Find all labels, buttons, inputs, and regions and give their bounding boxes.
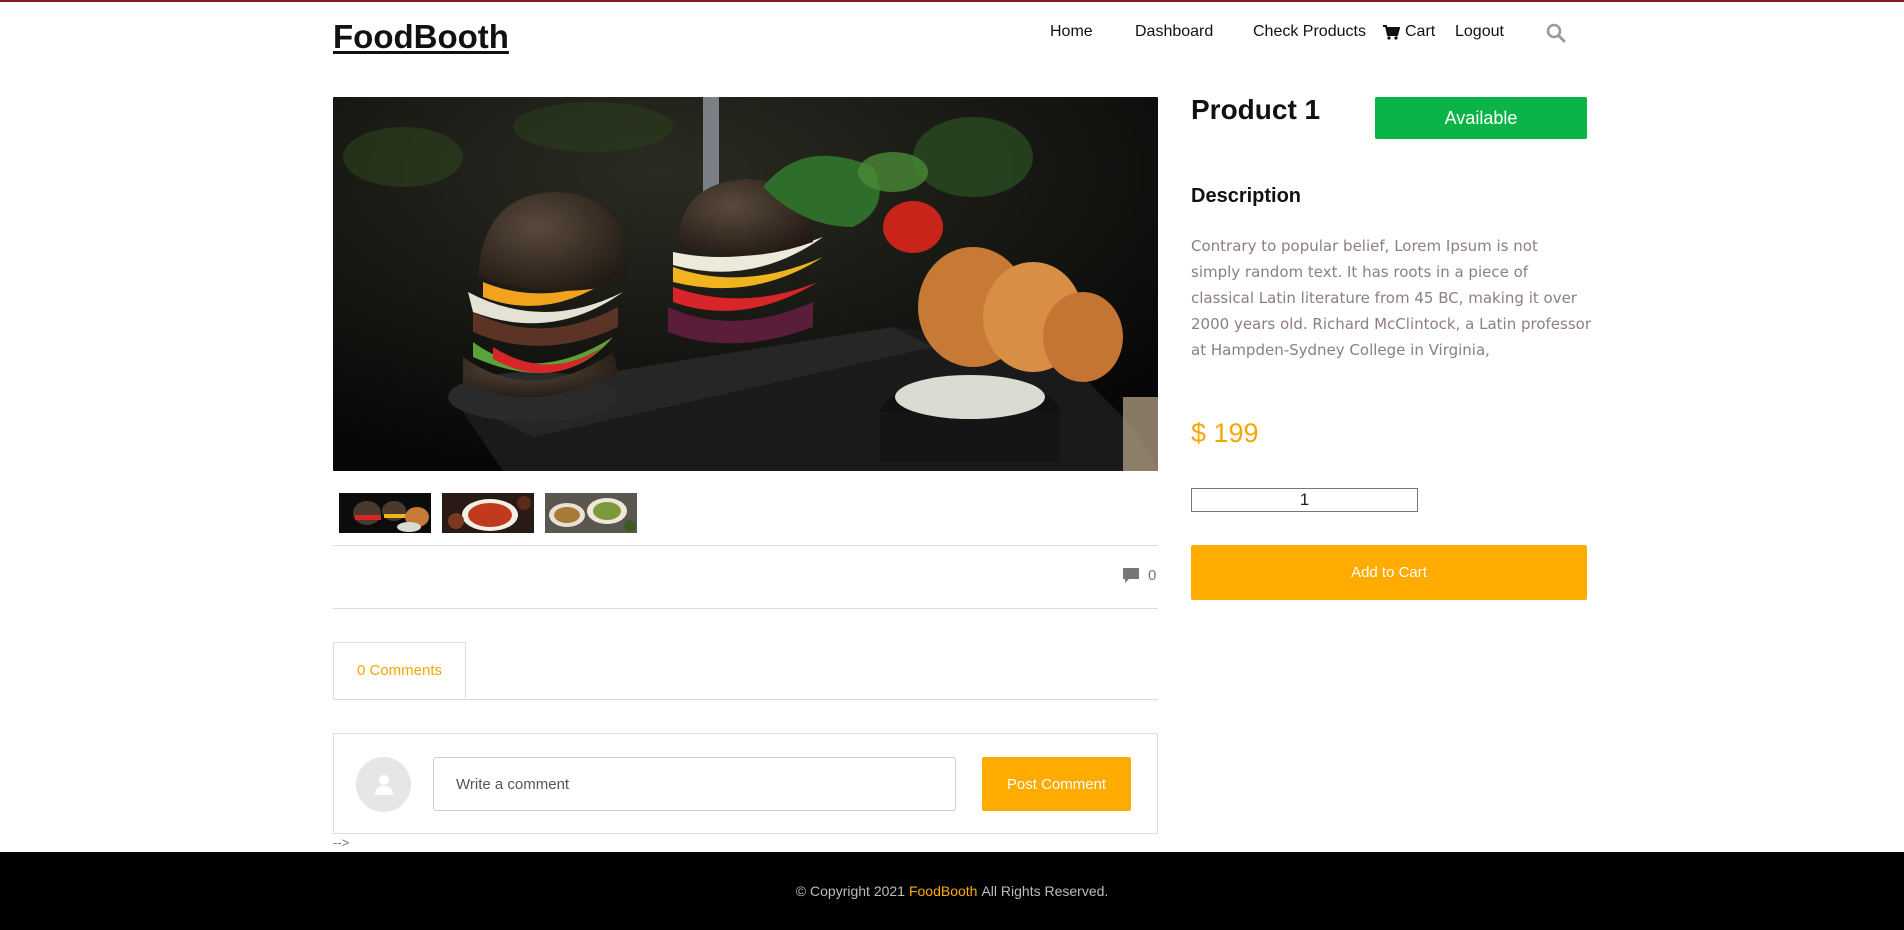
add-to-cart-button[interactable]: Add to Cart xyxy=(1191,545,1587,600)
comment-input[interactable] xyxy=(433,757,956,811)
availability-button[interactable]: Available xyxy=(1375,97,1587,139)
footer: © Copyright 2021 FoodBooth All Rights Re… xyxy=(0,852,1904,930)
user-icon xyxy=(374,774,393,795)
tab-comments[interactable]: 0 Comments xyxy=(333,642,466,699)
post-comment-button[interactable]: Post Comment xyxy=(982,757,1131,811)
description-text: Contrary to popular belief, Lorem Ipsum … xyxy=(1191,237,1592,359)
stray-text: --> xyxy=(333,835,350,850)
comment-icon xyxy=(1123,568,1139,583)
divider-top xyxy=(333,545,1158,546)
description-heading: Description xyxy=(1191,185,1302,207)
nav-logout[interactable]: Logout xyxy=(1455,23,1504,41)
footer-brand-link[interactable]: FoodBooth xyxy=(909,883,978,899)
search-icon[interactable] xyxy=(1545,22,1567,44)
thumbnail-2[interactable] xyxy=(442,493,534,533)
product-main-image xyxy=(333,97,1158,471)
product-price: $ 199 xyxy=(1191,418,1259,448)
nav-home[interactable]: Home xyxy=(1050,23,1093,41)
comment-form: Post Comment xyxy=(333,733,1158,834)
nav-dashboard[interactable]: Dashboard xyxy=(1135,23,1213,41)
divider-bottom xyxy=(333,608,1158,609)
thumbnail-1[interactable] xyxy=(339,493,431,533)
footer-rights: All Rights Reserved. xyxy=(981,883,1109,899)
quantity-input[interactable] xyxy=(1191,488,1418,512)
footer-copyright: Copyright 2021 xyxy=(810,883,905,899)
comment-count-value: 0 xyxy=(1148,567,1157,584)
product-title: Product 1 xyxy=(1191,94,1321,125)
site-logo[interactable]: FoodBooth xyxy=(333,18,509,56)
nav-cart[interactable]: Cart xyxy=(1383,23,1435,41)
avatar xyxy=(356,757,411,812)
copyright-icon: © xyxy=(795,883,807,899)
nav-check-products[interactable]: Check Products xyxy=(1253,23,1366,41)
top-accent-line xyxy=(0,0,1904,2)
comment-count: 0 xyxy=(1122,567,1156,584)
thumbnail-3[interactable] xyxy=(545,493,637,533)
tab-baseline xyxy=(333,699,1158,700)
shopping-cart-icon xyxy=(1383,24,1400,40)
nav-cart-label: Cart xyxy=(1405,23,1436,40)
